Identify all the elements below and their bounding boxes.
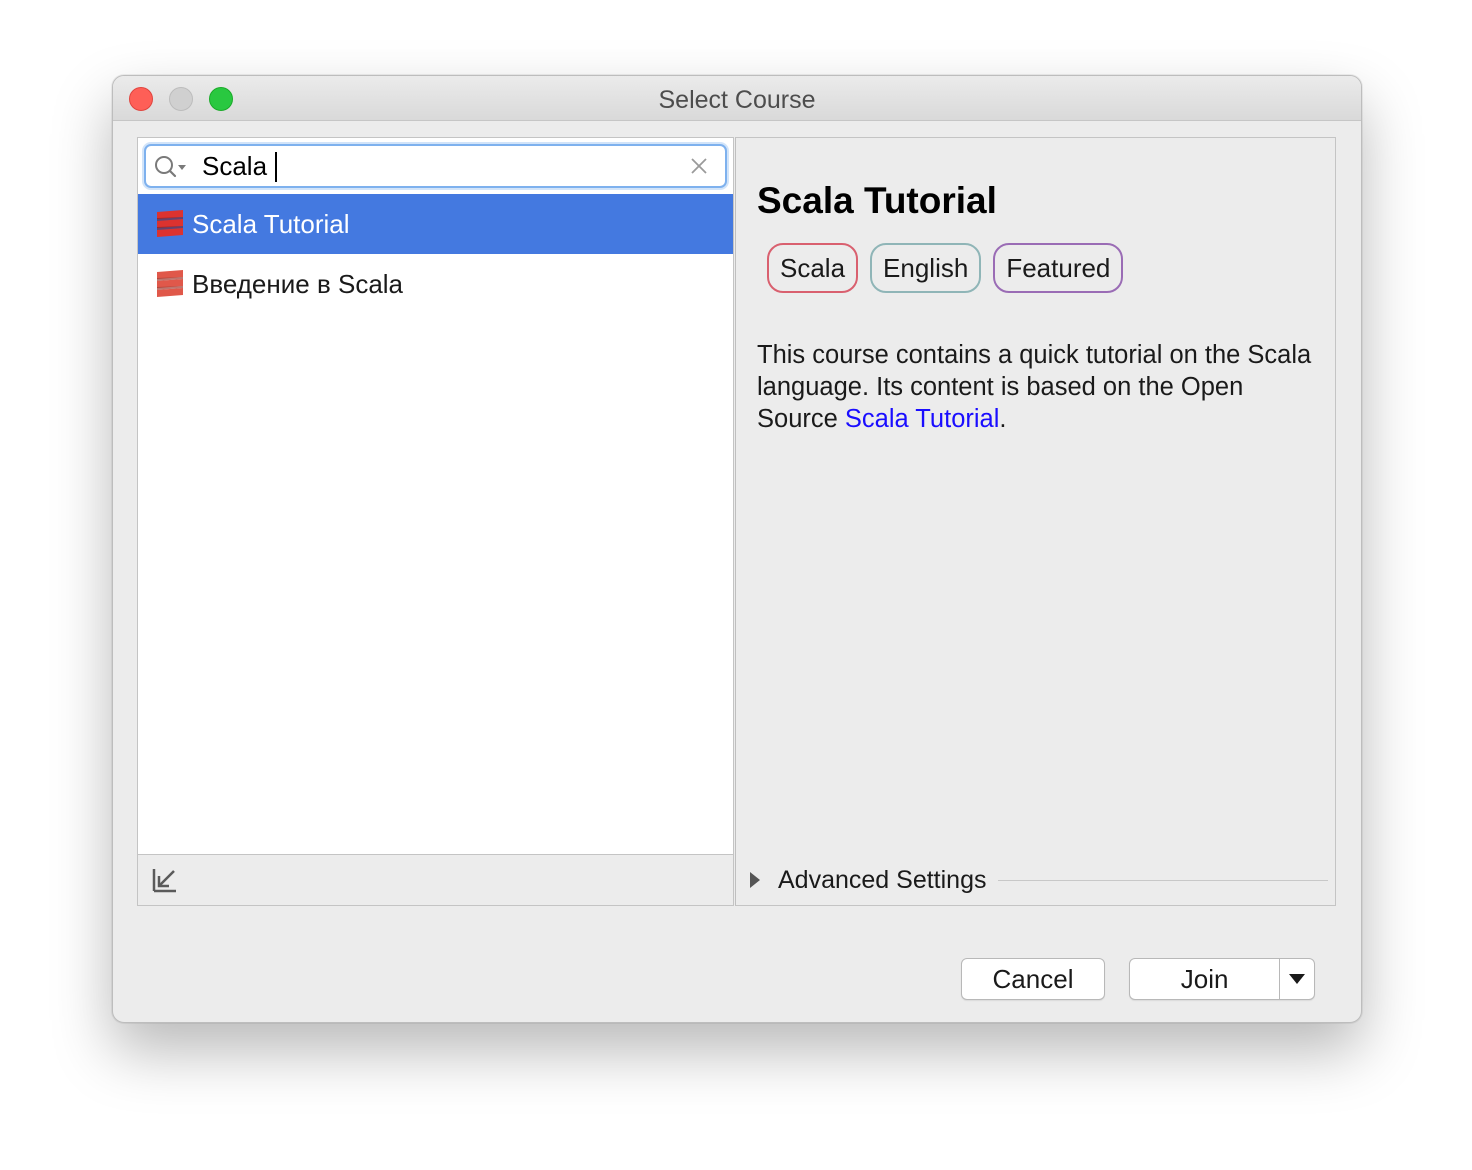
course-description: This course contains a quick tutorial on… xyxy=(757,339,1317,435)
window-title: Select Course xyxy=(658,86,816,114)
course-item-label: Введение в Scala xyxy=(192,268,404,299)
scala-tutorial-link[interactable]: Scala Tutorial xyxy=(845,405,1000,433)
tag-featured[interactable]: Featured xyxy=(993,243,1124,293)
join-button-label: Join xyxy=(1180,963,1229,994)
course-list: Scala Tutorial Введение в Scala xyxy=(138,194,733,314)
course-details-panel: Scala Tutorial Scala English Featured Th… xyxy=(735,137,1336,906)
tag-english[interactable]: English xyxy=(870,243,982,293)
search-input[interactable] xyxy=(202,150,672,182)
scala-logo-icon xyxy=(157,210,183,237)
scala-logo-icon xyxy=(157,270,183,297)
advanced-settings-label: Advanced Settings xyxy=(778,865,987,894)
cancel-button[interactable]: Cancel xyxy=(961,958,1105,1000)
description-suffix: . xyxy=(999,405,1007,433)
course-item-vvedenie-v-scala[interactable]: Введение в Scala xyxy=(138,254,733,314)
dropdown-arrow-icon xyxy=(1289,974,1306,984)
course-item-label: Scala Tutorial xyxy=(192,208,350,239)
title-bar: Select Course xyxy=(113,76,1361,121)
course-title: Scala Tutorial xyxy=(757,180,997,221)
join-options-dropdown[interactable] xyxy=(1280,959,1314,999)
course-list-toolbar xyxy=(138,854,733,905)
course-tags: Scala English Featured xyxy=(767,243,1124,293)
course-list-panel: Scala Tutorial Введение в Scala xyxy=(137,137,734,906)
tag-scala[interactable]: Scala xyxy=(767,243,859,293)
select-course-dialog: Select Course Scala Scala Tutorial Введе… xyxy=(112,75,1362,1023)
search-icon[interactable] xyxy=(154,154,188,180)
separator-line xyxy=(998,879,1328,881)
disclosure-triangle-icon[interactable] xyxy=(748,871,762,889)
import-course-icon[interactable] xyxy=(150,865,180,895)
course-item-scala-tutorial[interactable]: Scala Tutorial xyxy=(138,194,733,254)
description-text: This course contains a quick tutorial on… xyxy=(757,341,1312,433)
clear-icon[interactable] xyxy=(689,156,709,176)
advanced-settings-toggle[interactable]: Advanced Settings xyxy=(748,865,1328,895)
text-caret xyxy=(275,152,277,182)
search-field[interactable] xyxy=(144,144,727,188)
join-button[interactable]: Join xyxy=(1129,958,1315,1000)
